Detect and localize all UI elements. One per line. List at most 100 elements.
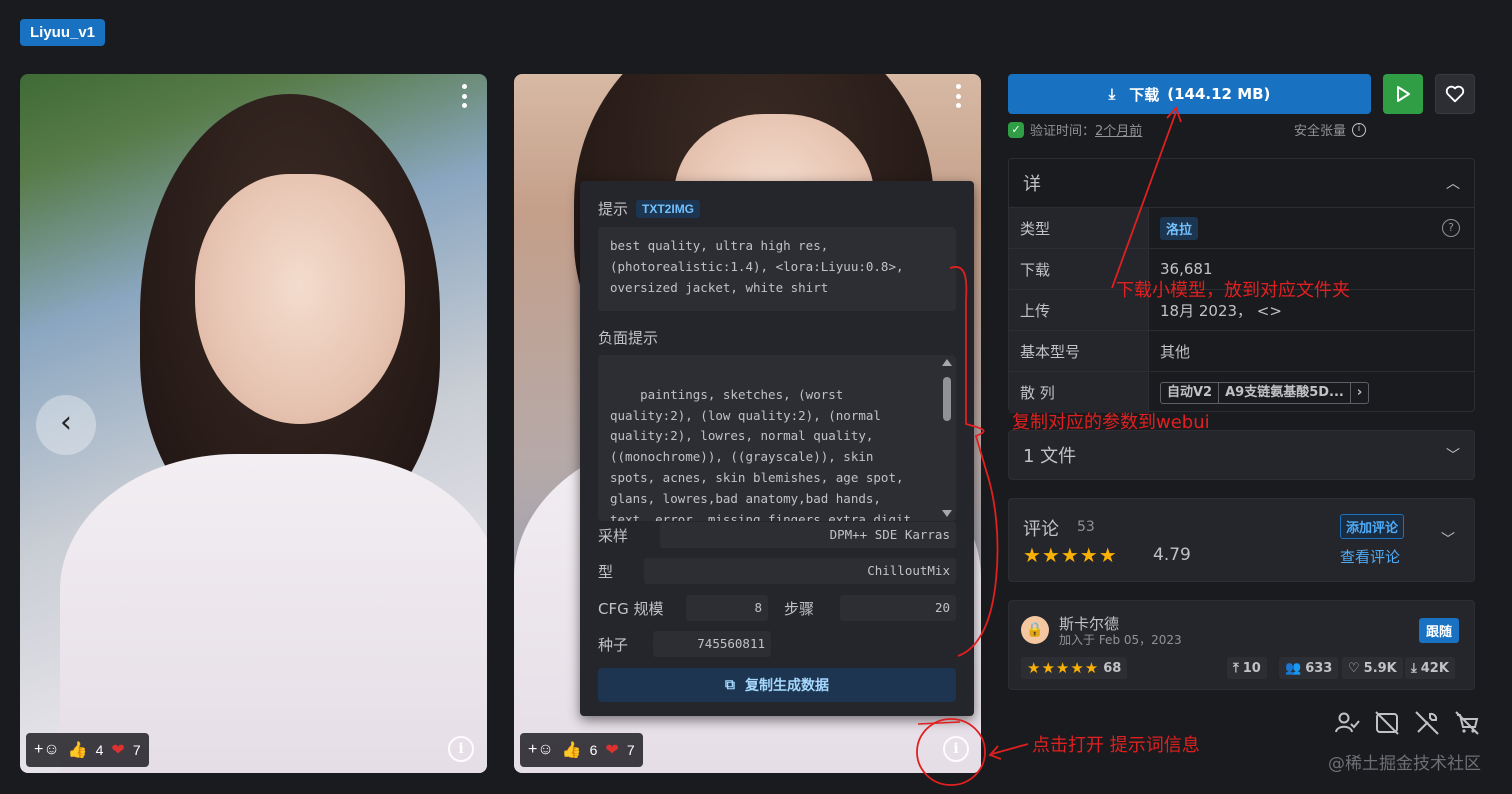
seed-label: 种子: [598, 635, 629, 654]
info-icon[interactable]: i: [943, 736, 969, 762]
copy-icon: ⧉: [725, 677, 735, 693]
chevron-down-icon[interactable]: ﹀: [1441, 529, 1455, 549]
tool-off-icon[interactable]: [1414, 710, 1440, 736]
safetensor-label: 安全张量: [1294, 124, 1347, 139]
likes-count: 5.9K: [1363, 660, 1397, 676]
download-button[interactable]: ⤓ 下载 (144.12 MB): [1008, 74, 1371, 114]
sampler-value[interactable]: DPM++ SDE Karras: [660, 522, 956, 548]
reaction-bar[interactable]: +☺ 👍 6 ❤ 7: [520, 733, 643, 767]
heart-outline-icon: [1445, 85, 1465, 103]
author-joined: 加入于 Feb 05，2023: [1059, 633, 1182, 647]
safetensor-info: 安全张量 i: [1294, 120, 1367, 139]
run-button[interactable]: [1383, 74, 1423, 114]
heart-icon[interactable]: ❤: [111, 740, 124, 760]
details-row-base-model: 基本型号 其他: [1009, 331, 1474, 372]
prev-image-button[interactable]: ‹: [36, 395, 96, 455]
info-icon[interactable]: i: [1352, 122, 1367, 137]
details-key: 类型: [1009, 208, 1149, 248]
reviews-panel: 评论 53 ★★★★★ 4.79 添加评论 查看评论 ﹀: [1008, 498, 1475, 582]
image-menu-icon[interactable]: [460, 84, 468, 108]
thumbs-up-icon[interactable]: 👍: [562, 740, 582, 760]
annotation-copy: 复制对应的参数到webui: [1012, 412, 1210, 433]
followers-stat: 👥 633: [1279, 657, 1339, 679]
negative-prompt-content: paintings, sketches, (worst quality:2), …: [610, 386, 919, 521]
author-rating: ★★★★★ 68: [1021, 657, 1128, 679]
followers-count: 633: [1305, 660, 1333, 676]
negative-prompt-label: 负面提示: [598, 329, 659, 347]
prompt-type-badge: TXT2IMG: [636, 199, 701, 218]
reaction-bar[interactable]: +☺ 👍 4 ❤ 7: [26, 733, 149, 767]
user-check-icon[interactable]: [1334, 710, 1360, 736]
author-card: 🔒 斯卡尔德 加入于 Feb 05，2023 跟随 ★★★★★ 68 ⤒ 10 👥…: [1008, 600, 1475, 690]
chevron-down-icon[interactable]: ﹀: [1446, 445, 1460, 465]
prompt-label-row: 提示 TXT2IMG: [598, 198, 956, 219]
chevron-up-icon[interactable]: ︿: [1446, 173, 1460, 193]
model-tag[interactable]: Liyuu_v1: [20, 19, 106, 46]
thumbs-up-icon[interactable]: 👍: [68, 740, 88, 760]
verified-time-link[interactable]: 2个月前: [1095, 120, 1142, 139]
files-label: 1 文件: [1023, 446, 1077, 467]
scrollbar-thumb[interactable]: [943, 377, 951, 421]
details-key: 基本型号: [1009, 331, 1149, 371]
verified-label: 验证时间：: [1030, 124, 1096, 139]
downloads-stat: ⤓ 42K: [1405, 657, 1455, 679]
files-accordion[interactable]: 1 文件 ﹀: [1008, 430, 1475, 480]
annotation-info: 点击打开 提示词信息: [1032, 735, 1200, 756]
negative-prompt-text[interactable]: paintings, sketches, (worst quality:2), …: [598, 355, 956, 521]
image-shirt: [60, 454, 487, 773]
download-icon: ⤓: [1108, 85, 1116, 103]
avatar[interactable]: 🔒: [1021, 616, 1049, 644]
play-icon: [1397, 86, 1410, 102]
rating-stars: ★★★★★: [1023, 543, 1118, 567]
see-reviews-link[interactable]: 查看评论: [1340, 546, 1400, 567]
heart-count: 7: [132, 742, 141, 758]
shield-check-icon: ✓: [1008, 121, 1024, 138]
prompt-text[interactable]: best quality, ultra high res, (photoreal…: [598, 227, 956, 311]
copy-label: 复制生成数据: [745, 678, 829, 694]
heart-icon[interactable]: ❤: [605, 740, 618, 760]
uploads-count: 10: [1242, 660, 1261, 676]
image-menu-icon[interactable]: [954, 84, 962, 108]
prompt-label: 提示: [598, 200, 629, 218]
details-header[interactable]: 详 ︿: [1009, 159, 1474, 208]
chevron-right-icon[interactable]: ›: [1351, 383, 1368, 403]
favorite-button[interactable]: [1435, 74, 1475, 114]
info-icon[interactable]: i: [448, 736, 474, 762]
scroll-up-arrow-icon[interactable]: [942, 359, 952, 366]
scrollbar[interactable]: [942, 359, 952, 517]
hash-value[interactable]: A9支链氨基酸5D...: [1219, 382, 1351, 403]
cfg-value[interactable]: 8: [686, 595, 768, 621]
hash-chips[interactable]: 自动V2 A9支链氨基酸5D... ›: [1160, 381, 1370, 404]
image-face: [195, 174, 405, 424]
reviews-count: 53: [1077, 519, 1095, 535]
hash-type[interactable]: 自动V2: [1161, 382, 1220, 403]
copy-generation-data-button[interactable]: ⧉ 复制生成数据: [598, 668, 956, 702]
details-row-type: 类型 洛拉 ?: [1009, 208, 1474, 249]
model-label: 型: [598, 562, 614, 581]
download-icon: ⤓: [1411, 660, 1417, 676]
like-count: 6: [589, 742, 598, 758]
image-off-icon[interactable]: [1374, 710, 1400, 736]
reviews-title: 评论: [1023, 519, 1059, 540]
details-value: 其他: [1160, 342, 1191, 361]
sampler-label: 采样: [598, 526, 629, 545]
rating-value: 4.79: [1153, 545, 1191, 565]
heart-outline-icon: ♡: [1348, 660, 1360, 676]
model-value[interactable]: ChilloutMix: [644, 558, 956, 584]
add-review-button[interactable]: 添加评论: [1340, 514, 1405, 539]
download-size: (144.12 MB): [1167, 85, 1271, 103]
scroll-down-arrow-icon[interactable]: [942, 510, 952, 517]
seed-value[interactable]: 745560811: [653, 631, 771, 657]
follow-button[interactable]: 跟随: [1419, 618, 1460, 643]
watermark: @稀土掘金技术社区: [1328, 754, 1481, 774]
add-reaction-icon[interactable]: +☺: [528, 741, 554, 759]
likes-stat: ♡ 5.9K: [1342, 657, 1403, 679]
type-badge: 洛拉: [1160, 216, 1199, 240]
cart-off-icon[interactable]: [1454, 710, 1480, 736]
add-reaction-icon[interactable]: +☺: [34, 741, 60, 759]
verified-info: ✓ 验证时间： 2个月前: [1008, 120, 1142, 139]
details-row-hash: 散 列 自动V2 A9支链氨基酸5D... ›: [1009, 372, 1474, 413]
help-icon[interactable]: ?: [1442, 219, 1460, 237]
upload-icon: ⤒: [1233, 660, 1239, 676]
steps-value[interactable]: 20: [840, 595, 956, 621]
